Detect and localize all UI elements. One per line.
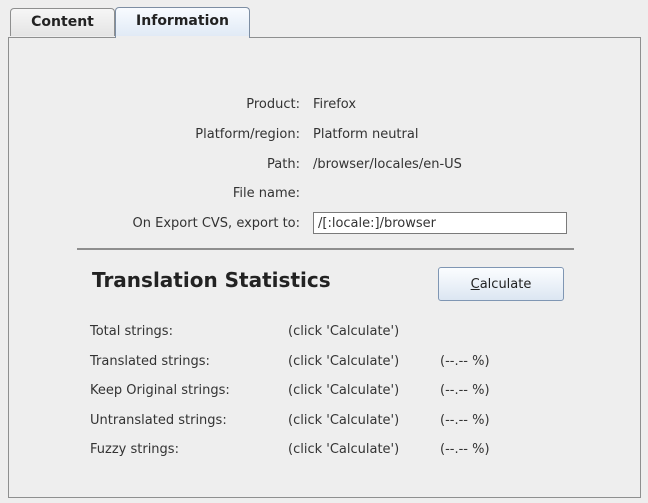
stat-percent-untranslated: (--.-- %) — [440, 413, 490, 428]
platform-label: Platform/region: — [195, 127, 300, 142]
calculate-mnemonic: C — [470, 276, 480, 292]
stat-label-fuzzy: Fuzzy strings: — [90, 442, 179, 457]
product-value: Firefox — [313, 97, 357, 112]
stat-label-keep-original: Keep Original strings: — [90, 383, 230, 398]
tab-content[interactable]: Content — [10, 8, 115, 36]
section-separator — [77, 248, 574, 250]
filename-label: File name: — [232, 186, 300, 201]
stat-value-fuzzy: (click 'Calculate') — [288, 442, 400, 457]
tab-information[interactable]: Information — [115, 7, 250, 38]
path-label: Path: — [267, 157, 300, 172]
export-label: On Export CVS, export to: — [132, 216, 300, 231]
tab-bar: Content Information — [0, 0, 648, 40]
product-label: Product: — [246, 97, 300, 112]
path-value: /browser/locales/en-US — [313, 157, 462, 172]
stat-percent-translated: (--.-- %) — [440, 354, 490, 369]
stat-label-untranslated: Untranslated strings: — [90, 413, 227, 428]
stat-label-total: Total strings: — [90, 324, 173, 339]
stat-value-translated: (click 'Calculate') — [288, 354, 400, 369]
calculate-button-label: alculate — [479, 276, 532, 292]
calculate-button[interactable]: Calculate — [438, 267, 564, 301]
stat-value-keep-original: (click 'Calculate') — [288, 383, 400, 398]
export-path-field[interactable] — [313, 212, 567, 234]
tab-joint — [116, 36, 249, 39]
platform-value: Platform neutral — [313, 127, 419, 142]
stat-label-translated: Translated strings: — [90, 354, 210, 369]
stat-percent-keep-original: (--.-- %) — [440, 383, 490, 398]
stat-value-untranslated: (click 'Calculate') — [288, 413, 400, 428]
translation-statistics-title: Translation Statistics — [92, 268, 331, 292]
stat-value-total: (click 'Calculate') — [288, 324, 400, 339]
stat-percent-fuzzy: (--.-- %) — [440, 442, 490, 457]
